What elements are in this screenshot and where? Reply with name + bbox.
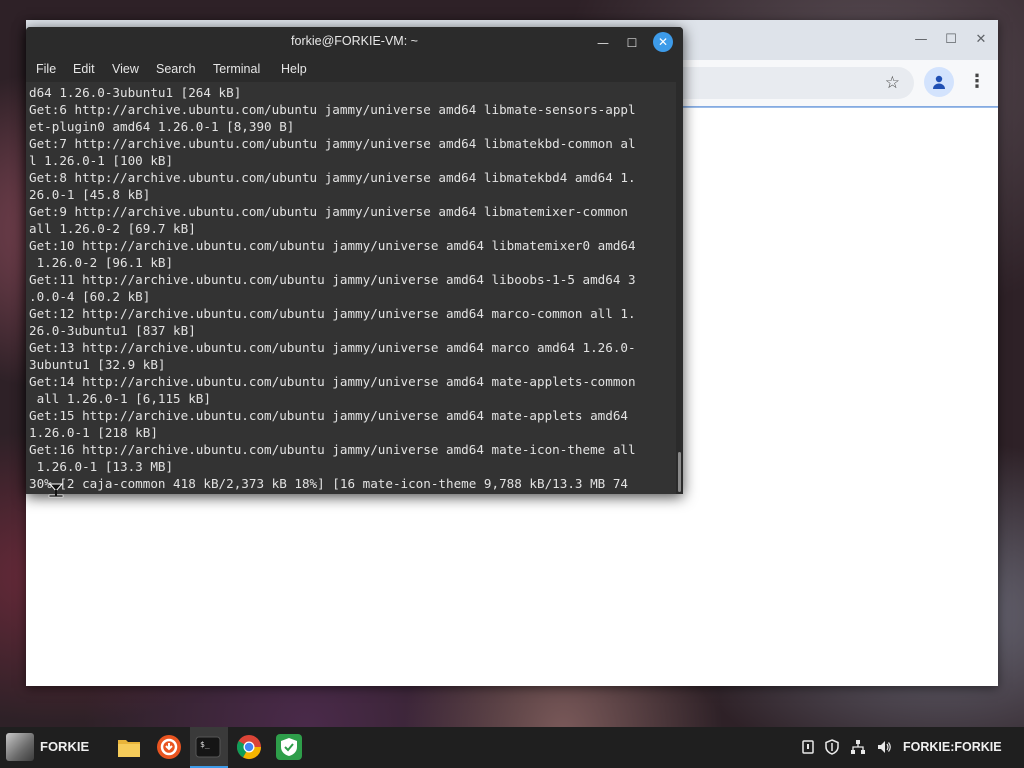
taskbar-chrome[interactable] xyxy=(231,727,267,768)
menu-edit[interactable]: Edit xyxy=(73,62,95,76)
terminal-line: 1.26.0-1 [13.3 MB] xyxy=(29,459,174,474)
terminal-titlebar[interactable]: forkie@FORKIE-VM: ~ — ☐ ✕ xyxy=(26,27,683,57)
terminal-minimize-button[interactable]: — xyxy=(594,34,612,52)
terminal-maximize-button[interactable]: ☐ xyxy=(623,34,641,52)
start-logo-icon xyxy=(6,733,34,761)
network-icon[interactable] xyxy=(850,739,866,755)
user-session-label[interactable]: FORKIE:FORKIE xyxy=(903,740,1002,754)
menu-view[interactable]: View xyxy=(112,62,139,76)
terminal-icon: $_ xyxy=(195,736,221,758)
app-installer-icon xyxy=(157,735,181,759)
notification-icon[interactable] xyxy=(800,739,816,755)
person-icon xyxy=(933,75,945,89)
terminal-line: 3ubuntu1 [32.9 kB] xyxy=(29,357,166,372)
chrome-icon xyxy=(236,735,261,760)
menu-file[interactable]: File xyxy=(36,62,56,76)
scrollbar-thumb[interactable] xyxy=(678,452,681,492)
start-label: FORKIE xyxy=(40,739,90,754)
taskbar-security-app[interactable] xyxy=(271,727,307,768)
taskbar-software-app[interactable] xyxy=(151,727,187,768)
terminal-line: l 1.26.0-1 [100 kB] xyxy=(29,153,174,168)
browser-close-button[interactable]: ✕ xyxy=(970,30,992,50)
profile-avatar-button[interactable] xyxy=(924,67,954,97)
browser-maximize-button[interactable]: ☐ xyxy=(940,30,962,50)
terminal-line: all 1.26.0-2 [69.7 kB] xyxy=(29,221,196,236)
bookmark-star-icon[interactable]: ☆ xyxy=(885,72,900,94)
terminal-scrollbar[interactable] xyxy=(676,82,683,494)
terminal-line: d64 1.26.0-3ubuntu1 [264 kB] xyxy=(29,85,242,100)
browser-menu-icon[interactable]: ⋮ xyxy=(968,71,986,93)
terminal-line: Get:6 http://archive.ubuntu.com/ubuntu j… xyxy=(29,102,636,117)
menu-terminal[interactable]: Terminal xyxy=(213,62,260,76)
terminal-line: Get:13 http://archive.ubuntu.com/ubuntu … xyxy=(29,340,636,355)
taskbar: FORKIE $_ FORKIE:FORKIE xyxy=(0,727,1024,768)
terminal-output[interactable]: d64 1.26.0-3ubuntu1 [264 kB] Get:6 http:… xyxy=(26,82,676,494)
terminal-line: Get:9 http://archive.ubuntu.com/ubuntu j… xyxy=(29,204,628,219)
address-bar[interactable]: ☆ xyxy=(666,67,914,99)
volume-icon[interactable] xyxy=(876,739,892,755)
mouse-ibeam-cursor-icon xyxy=(48,483,64,498)
system-tray xyxy=(800,727,910,768)
terminal-close-button[interactable]: ✕ xyxy=(653,32,673,52)
taskbar-terminal[interactable]: $_ xyxy=(190,727,228,768)
start-menu-button[interactable]: FORKIE xyxy=(0,727,100,768)
terminal-title: forkie@FORKIE-VM: ~ xyxy=(291,34,418,48)
terminal-line: .0.0-4 [60.2 kB] xyxy=(29,289,151,304)
terminal-line: all 1.26.0-1 [6,115 kB] xyxy=(29,391,211,406)
terminal-line: Get:12 http://archive.ubuntu.com/ubuntu … xyxy=(29,306,636,321)
browser-minimize-button[interactable]: — xyxy=(910,30,932,50)
security-shield-icon[interactable] xyxy=(824,739,840,755)
terminal-window: forkie@FORKIE-VM: ~ — ☐ ✕ File Edit View… xyxy=(26,27,683,494)
terminal-line: Get:16 http://archive.ubuntu.com/ubuntu … xyxy=(29,442,636,457)
svg-text:$_: $_ xyxy=(200,740,210,749)
terminal-line: Get:8 http://archive.ubuntu.com/ubuntu j… xyxy=(29,170,636,185)
terminal-line: Get:10 http://archive.ubuntu.com/ubuntu … xyxy=(29,238,636,253)
terminal-line: Get:15 http://archive.ubuntu.com/ubuntu … xyxy=(29,408,628,423)
terminal-line: et-plugin0 amd64 1.26.0-1 [8,390 B] xyxy=(29,119,295,134)
terminal-line: 26.0-1 [45.8 kB] xyxy=(29,187,151,202)
terminal-text: d64 1.26.0-3ubuntu1 [264 kB] Get:6 http:… xyxy=(26,82,676,492)
menu-search[interactable]: Search xyxy=(156,62,196,76)
terminal-line: Get:7 http://archive.ubuntu.com/ubuntu j… xyxy=(29,136,636,151)
shield-app-icon xyxy=(276,734,302,760)
terminal-line: 26.0-3ubuntu1 [837 kB] xyxy=(29,323,196,338)
terminal-line: 1.26.0-1 [218 kB] xyxy=(29,425,158,440)
terminal-line: Get:14 http://archive.ubuntu.com/ubuntu … xyxy=(29,374,636,389)
terminal-line: 1.26.0-2 [96.1 kB] xyxy=(29,255,174,270)
menu-help[interactable]: Help xyxy=(281,62,307,76)
terminal-menubar: File Edit View Search Terminal Help xyxy=(26,57,683,82)
taskbar-file-manager[interactable] xyxy=(111,727,147,768)
terminal-line: 30% [2 caja-common 418 kB/2,373 kB 18%] … xyxy=(29,476,628,491)
terminal-line: Get:11 http://archive.ubuntu.com/ubuntu … xyxy=(29,272,636,287)
folder-icon xyxy=(118,740,140,757)
